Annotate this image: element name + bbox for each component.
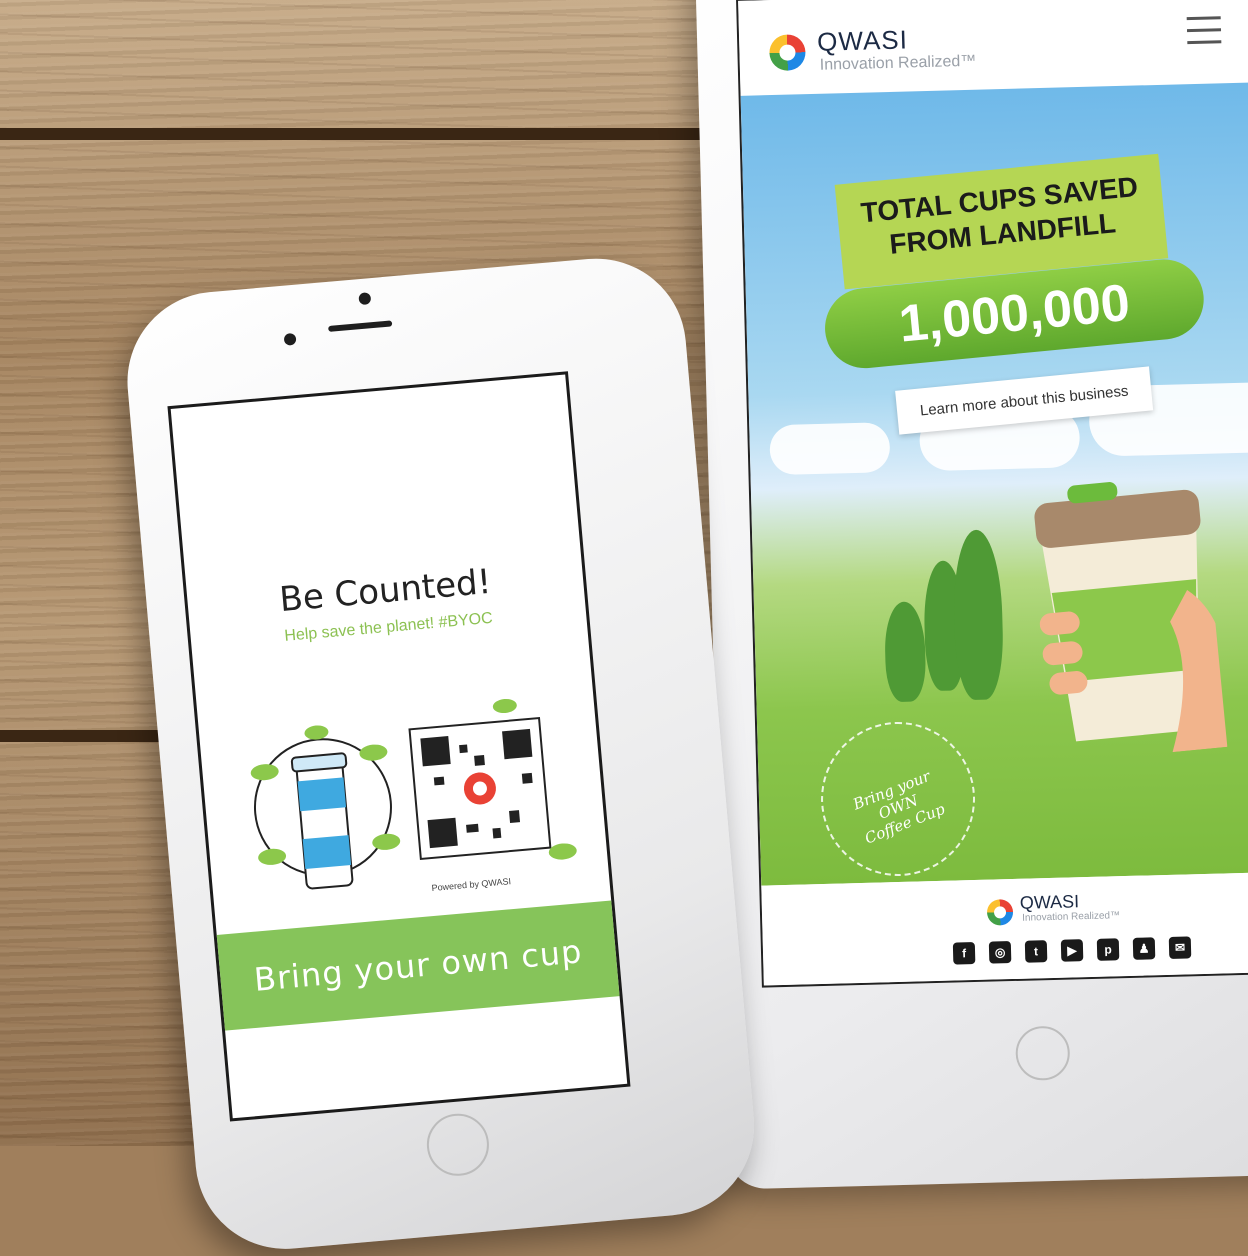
tablet-home-button[interactable] [1015, 1025, 1071, 1081]
coffee-cup-in-hand-illustration [1034, 482, 1228, 753]
tree [952, 529, 1005, 701]
phone-device: Be Counted! Help save the planet! #BYOC [120, 251, 762, 1256]
phone-home-button[interactable] [424, 1111, 492, 1179]
pinterest-icon[interactable]: p [1096, 938, 1120, 961]
twitter-icon[interactable]: t [1024, 940, 1048, 963]
phone-speaker [328, 320, 393, 332]
brand-tagline: Innovation Realized™ [819, 52, 977, 74]
brand-name[interactable]: QWASI [817, 24, 908, 57]
plank-gap [0, 128, 740, 140]
site-footer: QWASI Innovation Realized™ f ◎ t ▶ p ♟ ✉ [761, 870, 1248, 986]
cloud [769, 422, 891, 476]
email-icon[interactable]: ✉ [1168, 936, 1192, 959]
learn-more-label: Learn more about this business [919, 382, 1130, 420]
qwasi-footer-logo-icon[interactable] [986, 899, 1014, 926]
hamburger-menu-icon[interactable] [1186, 16, 1222, 45]
social-links: f ◎ t ▶ p ♟ ✉ [952, 936, 1192, 965]
footer-tagline: Innovation Realized™ [1022, 910, 1121, 924]
youtube-icon[interactable]: ▶ [1060, 939, 1084, 962]
phone-camera [358, 292, 372, 306]
tablet-device: QWASI Innovation Realized™ TOTAL CUPS SA… [695, 0, 1248, 1190]
footer-brand: QWASI [1019, 891, 1080, 913]
tree [883, 601, 927, 703]
site-header: QWASI Innovation Realized™ [738, 0, 1248, 96]
snapchat-icon[interactable]: ♟ [1132, 937, 1156, 960]
banner-title: TOTAL CUPS SAVED FROM LANDFILL [836, 168, 1166, 267]
badge-text: Bring your OWN Coffee Cup [819, 754, 978, 859]
qwasi-logo-icon[interactable] [768, 34, 806, 72]
tablet-screen: QWASI Innovation Realized™ TOTAL CUPS SA… [736, 0, 1248, 988]
phone-sensor [283, 332, 297, 346]
phone-screen: Be Counted! Help save the planet! #BYOC [167, 371, 631, 1122]
hero-section: TOTAL CUPS SAVED FROM LANDFILL 1,000,000… [740, 81, 1248, 886]
instagram-icon[interactable]: ◎ [988, 941, 1012, 964]
bring-your-own-cup-text: Bring your own cup [252, 932, 584, 999]
bring-your-own-cup-banner: Bring your own cup [216, 900, 620, 1031]
bring-your-own-cup-badge: Bring your OWN Coffee Cup [819, 719, 978, 878]
facebook-icon[interactable]: f [952, 942, 976, 965]
